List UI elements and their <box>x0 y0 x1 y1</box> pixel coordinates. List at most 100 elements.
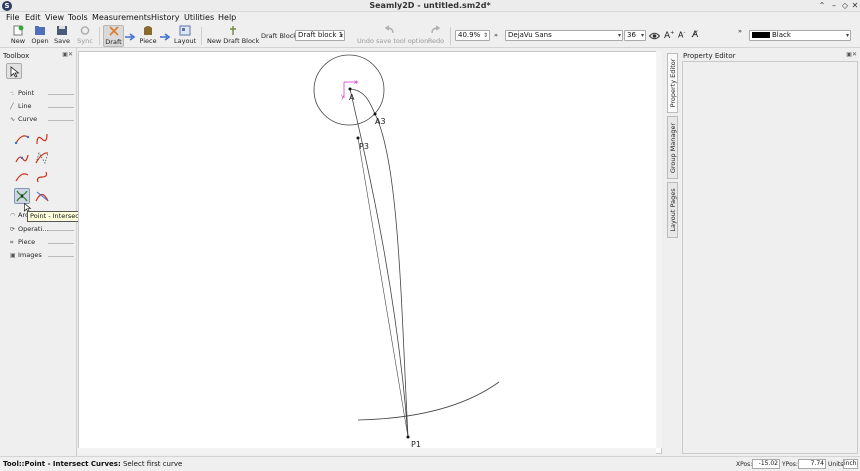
menu-bar: File Edit View Tools Measurements Histor… <box>0 12 860 24</box>
save-button[interactable]: Save <box>52 25 72 47</box>
chevron-down-icon: ▾ <box>845 32 849 39</box>
menu-tools[interactable]: Tools <box>68 13 88 22</box>
label-p3: P3 <box>359 142 369 151</box>
status-bar: Tool::Point - Intersect Curves: Select f… <box>0 456 860 471</box>
chevron-down-icon: ▾ <box>617 32 621 39</box>
layout-icon <box>179 25 191 36</box>
cursor-arrow-icon <box>10 66 20 78</box>
point-a3[interactable] <box>373 112 377 116</box>
open-button[interactable]: Open <box>30 25 50 47</box>
point-along-spline-path-tool[interactable] <box>34 169 50 185</box>
tab-property-editor[interactable]: Property Editor <box>667 53 678 113</box>
line-group-icon: ╱ <box>10 103 14 110</box>
menu-view[interactable]: View <box>45 13 64 22</box>
status-message: Tool::Point - Intersect Curves: Select f… <box>3 460 183 468</box>
piece-mode-button[interactable]: Piece <box>138 25 158 47</box>
draft-block-label: Draft Block: <box>261 32 300 40</box>
font-increase-icon[interactable]: A+ <box>664 30 674 41</box>
new-file-icon <box>13 25 24 36</box>
draft-block-select[interactable]: Draft block 1 ▾ <box>295 30 345 41</box>
xpos-label: XPos: <box>736 461 753 468</box>
spline-path-icon <box>36 133 48 145</box>
collapse-icon[interactable]: ⌃ <box>817 0 827 12</box>
units-value: inch <box>843 459 858 469</box>
cubic-bezier-path-tool[interactable] <box>34 150 50 166</box>
intersect-curves-icon <box>16 190 28 202</box>
sync-icon <box>80 26 90 35</box>
point-along-spline-path-icon <box>36 171 48 183</box>
point-group-icon: ·: <box>10 90 14 97</box>
redo-button[interactable]: Redo <box>426 25 446 47</box>
label-a3: A3 <box>375 117 386 126</box>
toolbox-panel: Toolbox ▣✕ ·: Point ╱ Line ∿ Curve ◠ Arc ⟳ Op… <box>0 48 77 456</box>
point-p1[interactable] <box>406 435 410 439</box>
intersect-curves-tool[interactable] <box>14 188 30 204</box>
ypos-value: 7.74 <box>798 459 826 469</box>
window-title: Seamly2D - untitled.sm2d* <box>369 1 491 10</box>
spline-tool[interactable] <box>14 131 30 147</box>
ypos-label: YPos: <box>782 461 798 468</box>
menu-utilities[interactable]: Utilities <box>184 13 214 22</box>
piece-group-icon: ⌗ <box>10 239 14 246</box>
menu-help[interactable]: Help <box>218 13 236 22</box>
undo-icon <box>384 25 394 34</box>
toolbox-group-line[interactable]: ╱ Line <box>10 102 74 113</box>
menu-edit[interactable]: Edit <box>25 13 41 22</box>
toolbox-group-piece[interactable]: ⌗ Piece <box>10 238 74 249</box>
close-icon[interactable]: ✕ <box>850 0 860 12</box>
menu-measurements[interactable]: Measurements <box>92 13 151 22</box>
toolbar-separator <box>201 27 202 45</box>
vertical-scrollbar[interactable] <box>656 51 662 448</box>
toolbar-overflow-icon[interactable]: » <box>494 31 498 39</box>
property-editor-panel: Property Editor ▣✕ <box>680 48 860 456</box>
cubic-bezier-tool[interactable] <box>14 150 30 166</box>
arc-curve[interactable] <box>357 381 500 421</box>
images-group-icon: ▣ <box>10 252 16 259</box>
point-along-curve-icon <box>15 173 29 182</box>
curve-intersect-axis-tool[interactable] <box>34 188 50 204</box>
drawing-canvas[interactable]: x y A A3 P3 P1 <box>78 51 662 454</box>
svg-text:y: y <box>341 93 345 100</box>
toolbox-group-operations[interactable]: ⟳ Operati... <box>10 225 74 236</box>
toolbar-separator <box>99 27 100 45</box>
title-bar: S Seamly2D - untitled.sm2d* ⌃ – ◇ ✕ <box>0 0 860 12</box>
arrow-right-icon <box>160 33 171 41</box>
spline-path-tool[interactable] <box>34 131 50 147</box>
point-a[interactable] <box>348 87 352 91</box>
panel-float-close-icon[interactable]: ▣✕ <box>62 51 73 58</box>
property-editor-title: Property Editor <box>683 52 736 60</box>
toolbox-group-point[interactable]: ·: Point <box>10 89 74 100</box>
draft-mode-button[interactable]: Draft <box>103 25 124 47</box>
tab-layout-pages[interactable]: Layout Pages <box>667 182 678 238</box>
toolbox-group-curve[interactable]: ∿ Curve <box>10 115 74 126</box>
menu-file[interactable]: File <box>6 13 19 22</box>
horizontal-scrollbar[interactable] <box>78 448 656 454</box>
new-draft-block-button[interactable]: New Draft Block <box>207 25 259 47</box>
point-along-curve-tool[interactable] <box>14 169 30 185</box>
tab-group-manager[interactable]: Group Manager <box>667 116 678 179</box>
toolbar-separator <box>450 27 451 45</box>
color-select[interactable]: Black ▾ <box>749 30 851 41</box>
zoom-spinbox[interactable]: 40.9% ⇕ <box>455 30 490 41</box>
sync-button[interactable]: Sync <box>75 25 95 47</box>
maximize-icon[interactable]: ◇ <box>840 0 850 12</box>
new-button[interactable]: New <box>8 25 28 47</box>
toolbar-overflow-icon[interactable]: » <box>738 27 742 35</box>
font-decrease-icon[interactable]: A- <box>678 30 685 40</box>
save-icon <box>57 26 67 35</box>
cubic-bezier-icon <box>15 154 29 163</box>
layout-mode-button[interactable]: Layout <box>174 25 196 47</box>
point-p3[interactable] <box>356 136 360 140</box>
eye-icon[interactable] <box>649 32 660 40</box>
menu-history[interactable]: History <box>151 13 179 22</box>
toolbox-group-images[interactable]: ▣ Images <box>10 251 74 262</box>
font-size-select[interactable]: 36 ▾ <box>624 30 646 41</box>
minimize-icon[interactable]: – <box>829 0 839 12</box>
label-a: A <box>349 93 355 102</box>
clear-format-icon[interactable]: A̸ <box>692 30 698 40</box>
draft-icon <box>108 26 119 36</box>
panel-float-close-icon[interactable]: ▣✕ <box>846 51 857 58</box>
pointer-tool-button[interactable] <box>6 63 22 79</box>
font-select[interactable]: DejaVu Sans ▾ <box>505 30 623 41</box>
undo-button[interactable]: Undo save tool option <box>357 25 428 47</box>
